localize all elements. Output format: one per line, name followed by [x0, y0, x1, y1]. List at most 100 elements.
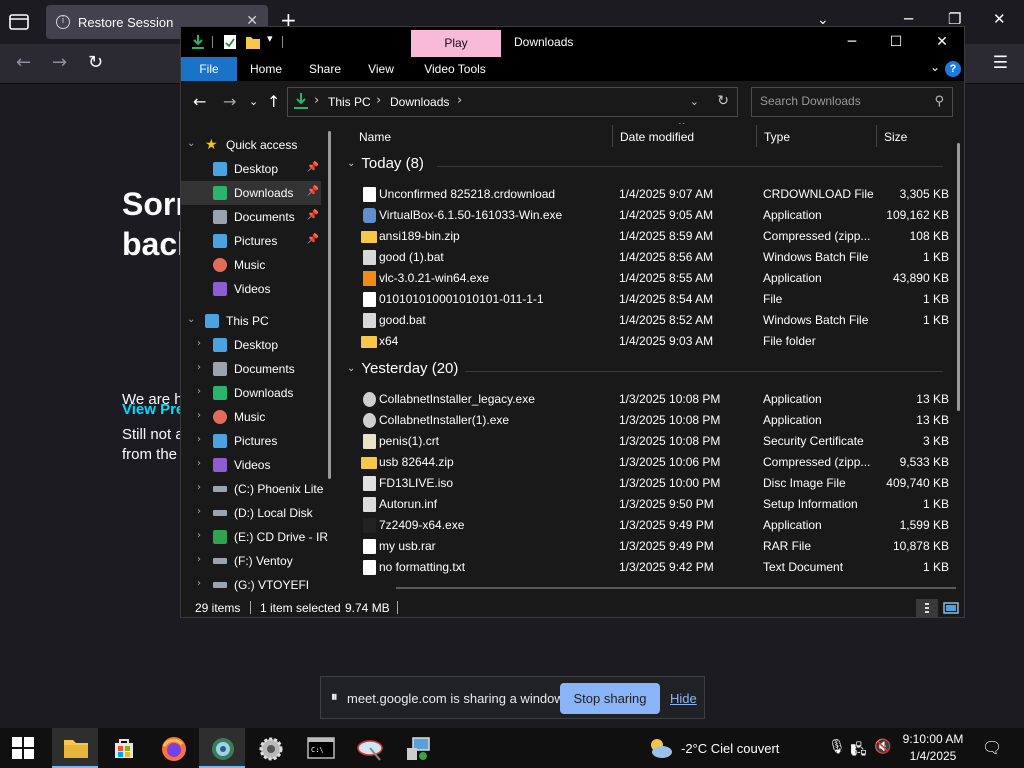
search-input[interactable] — [760, 94, 920, 108]
taskbar-network-app[interactable] — [394, 728, 440, 768]
back-icon[interactable]: ← — [193, 92, 206, 111]
file-row[interactable]: usb 82644.zip 1/3/2025 10:06 PM Compressed… — [341, 452, 953, 473]
chevron-down-icon[interactable]: ⌄ — [187, 314, 195, 325]
forward-icon[interactable]: → — [52, 52, 67, 73]
file-row[interactable]: x64 1/4/2025 9:03 AM File folder — [341, 331, 953, 352]
chevron-right-icon[interactable]: › — [197, 434, 201, 445]
breadcrumb-this-pc[interactable]: This PC — [328, 95, 371, 109]
play-context-tab[interactable]: Play — [411, 30, 501, 57]
address-bar[interactable]: › This PC › Downloads › ⌄ ↻ — [287, 87, 738, 117]
nav-item[interactable]: Videos — [181, 277, 321, 301]
nav-item[interactable]: Pictures 📌 — [181, 229, 321, 253]
nav-item[interactable]: Documents 📌 — [181, 205, 321, 229]
search-icon[interactable]: ⚲ — [934, 94, 944, 109]
column-size[interactable]: Size — [884, 130, 907, 144]
large-icons-view-icon[interactable] — [942, 599, 960, 617]
tab-overview-icon[interactable] — [8, 12, 30, 32]
horizontal-scrollbar[interactable] — [396, 587, 956, 589]
chevron-down-icon[interactable]: ⌄ — [347, 158, 355, 169]
stop-sharing-button[interactable]: Stop sharing — [560, 683, 660, 714]
group-header[interactable]: ⌄ Yesterday (20) — [347, 360, 458, 377]
file-row[interactable]: ansi189-bin.zip 1/4/2025 8:59 AM Compresse… — [341, 226, 953, 247]
column-type[interactable]: Type — [764, 130, 790, 144]
nav-item[interactable]: › Documents — [181, 357, 321, 381]
tab-view[interactable]: View — [359, 57, 403, 81]
close-icon[interactable]: ✕ — [919, 32, 964, 52]
weather-text[interactable]: -2°C Ciel couvert — [681, 741, 779, 756]
group-header[interactable]: ⌄ Today (8) — [347, 155, 424, 172]
tab-home[interactable]: Home — [243, 57, 289, 81]
tab-file[interactable]: File — [181, 57, 237, 81]
properties-icon[interactable] — [223, 34, 237, 50]
minimize-icon[interactable]: ─ — [829, 32, 875, 52]
reload-icon[interactable]: ↻ — [88, 52, 103, 73]
taskbar-firefox[interactable] — [150, 728, 196, 768]
file-row[interactable]: FD13LIVE.iso 1/3/2025 10:00 PM Disc Image … — [341, 473, 953, 494]
chevron-right-icon[interactable]: › — [197, 506, 201, 517]
chevron-right-icon[interactable]: › — [197, 482, 201, 493]
taskbar-settings-app[interactable] — [247, 728, 293, 768]
chevron-right-icon[interactable]: › — [197, 578, 201, 589]
tab-video-tools[interactable]: Video Tools — [417, 57, 493, 81]
nav-item[interactable]: › Desktop — [181, 333, 321, 357]
column-divider[interactable] — [612, 125, 613, 147]
chevron-down-icon[interactable]: ⌄ — [347, 363, 355, 374]
back-icon[interactable]: ← — [16, 52, 31, 73]
microphone-icon[interactable]: 🎙 — [828, 739, 846, 755]
nav-item[interactable]: › Music — [181, 405, 321, 429]
expand-ribbon-icon[interactable]: ⌄ — [930, 60, 940, 74]
chevron-down-icon[interactable]: ⌄ — [187, 138, 195, 149]
refresh-icon[interactable]: ↻ — [717, 93, 729, 109]
taskbar-store[interactable] — [101, 728, 147, 768]
details-view-icon[interactable] — [916, 599, 938, 617]
column-divider[interactable] — [876, 125, 877, 147]
nav-item[interactable]: ⌄ ★ Quick access — [181, 133, 321, 157]
nav-item[interactable]: › (G:) VTOYEFI — [181, 573, 321, 597]
file-row[interactable]: penis(1).crt 1/3/2025 10:08 PM Security Ce… — [341, 431, 953, 452]
file-row[interactable]: my usb.rar 1/3/2025 9:49 PM RAR File 10,878… — [341, 536, 953, 557]
nav-item[interactable]: › Pictures — [181, 429, 321, 453]
chevron-right-icon[interactable]: › — [197, 362, 201, 373]
file-row[interactable]: CollabnetInstaller(1).exe 1/3/2025 10:08 … — [341, 410, 953, 431]
chevron-right-icon[interactable]: › — [197, 554, 201, 565]
breadcrumb-downloads[interactable]: Downloads — [390, 95, 449, 109]
nav-item[interactable]: › Videos — [181, 453, 321, 477]
file-row[interactable]: good.bat 1/4/2025 8:52 AM Windows Batch Fi… — [341, 310, 953, 331]
taskbar-command-prompt[interactable]: C:\ — [296, 728, 342, 768]
taskbar-paint-app[interactable] — [345, 728, 391, 768]
file-row[interactable]: vlc-3.0.21-win64.exe 1/4/2025 8:55 AM Appl… — [341, 268, 953, 289]
nav-item[interactable]: Downloads 📌 — [181, 181, 321, 205]
file-row[interactable]: Autorun.inf 1/3/2025 9:50 PM Setup Informa… — [341, 494, 953, 515]
file-row[interactable]: VirtualBox-6.1.50-161033-Win.exe 1/4/2025… — [341, 205, 953, 226]
chevron-right-icon[interactable]: › — [197, 410, 201, 421]
file-row[interactable]: 010101010001010101-011-1-1 1/4/2025 8:54 … — [341, 289, 953, 310]
forward-icon[interactable]: → — [223, 92, 236, 111]
nav-item[interactable]: Desktop 📌 — [181, 157, 321, 181]
nav-item[interactable]: › (E:) CD Drive - IR — [181, 525, 328, 549]
column-date-modified[interactable]: Date modified — [620, 130, 694, 144]
nav-item[interactable]: › Downloads — [181, 381, 321, 405]
help-icon[interactable]: ? — [945, 61, 961, 77]
network-icon[interactable]: 🖧 — [851, 739, 867, 763]
chevron-right-icon[interactable]: › — [197, 338, 201, 349]
chevron-right-icon[interactable]: › — [197, 386, 201, 397]
up-icon[interactable]: ↑ — [267, 92, 280, 111]
chevron-right-icon[interactable]: › — [197, 458, 201, 469]
nav-item[interactable]: › (F:) Ventoy — [181, 549, 321, 573]
notification-icon[interactable]: 🗨 — [982, 738, 1002, 757]
close-window-icon[interactable]: ✕ — [993, 10, 1006, 28]
hamburger-menu-icon[interactable]: ☰ — [993, 53, 1008, 73]
list-scrollbar[interactable] — [957, 143, 960, 411]
view-previous-link[interactable]: View Pre — [122, 401, 184, 418]
search-box[interactable]: ⚲ — [751, 87, 953, 117]
file-row[interactable]: 7z2409-x64.exe 1/3/2025 9:49 PM Applicatio… — [341, 515, 953, 536]
chevron-right-icon[interactable]: › — [197, 530, 201, 541]
maximize-icon[interactable]: ☐ — [873, 32, 919, 52]
nav-item[interactable]: ⌄ This PC — [181, 309, 321, 333]
volume-muted-icon[interactable]: 🔇 — [874, 739, 891, 755]
recent-locations-icon[interactable]: ⌄ — [249, 95, 258, 108]
taskbar-app-globe[interactable] — [199, 728, 245, 768]
nav-item[interactable]: › (D:) Local Disk — [181, 501, 321, 525]
nav-item[interactable]: › (C:) Phoenix Lite — [181, 477, 323, 501]
start-button[interactable] — [0, 728, 46, 768]
